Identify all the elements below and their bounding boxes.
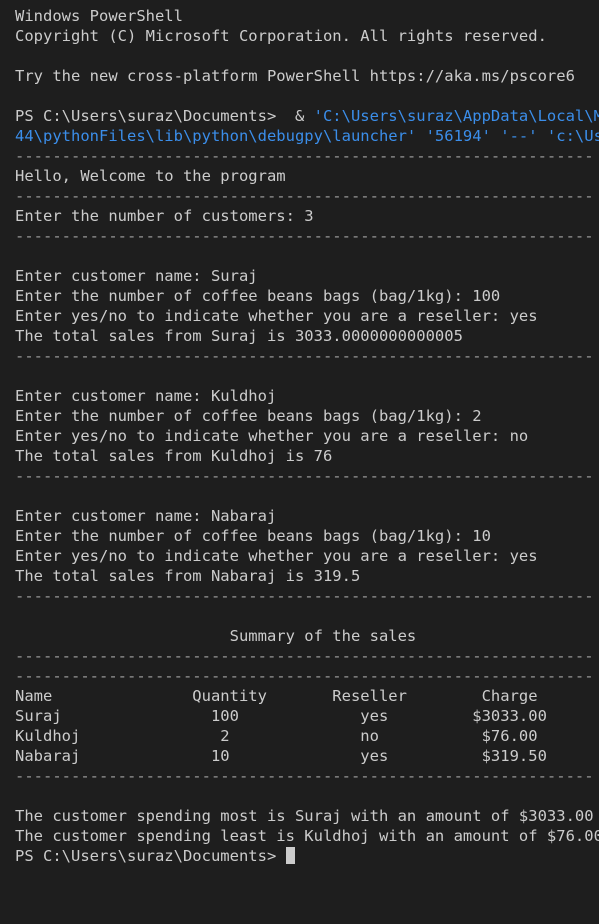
terminal-line: Copyright (C) Microsoft Corporation. All…	[15, 27, 547, 45]
terminal-line: Name Quantity Reseller Charge	[15, 687, 538, 705]
shell-prompt: PS C:\Users\suraz\Documents>	[15, 847, 286, 865]
terminal-line: The customer spending most is Suraj with…	[15, 807, 594, 825]
command-argument: 44\pythonFiles\lib\python\debugpy\launch…	[15, 127, 599, 145]
separator-line: ----------------------------------------…	[15, 767, 594, 785]
terminal-line: Enter the number of coffee beans bags (b…	[15, 407, 482, 425]
terminal-line: The customer spending least is Kuldhoj w…	[15, 827, 599, 845]
terminal-line: Enter customer name: Suraj	[15, 267, 258, 285]
separator-line: ----------------------------------------…	[15, 667, 594, 685]
terminal-line: The total sales from Suraj is 3033.00000…	[15, 327, 463, 345]
terminal-line: Enter yes/no to indicate whether you are…	[15, 427, 529, 445]
text-cursor[interactable]	[285, 847, 295, 864]
terminal-line: Enter yes/no to indicate whether you are…	[15, 547, 538, 565]
terminal-line: Windows PowerShell	[15, 7, 183, 25]
terminal-line: Hello, Welcome to the program	[15, 167, 286, 185]
terminal-line: Enter the number of coffee beans bags (b…	[15, 527, 491, 545]
separator-line: ----------------------------------------…	[15, 347, 594, 365]
terminal-line: The total sales from Nabaraj is 319.5	[15, 567, 361, 585]
terminal-line: Enter yes/no to indicate whether you are…	[15, 307, 538, 325]
terminal-line: Enter the number of customers: 3	[15, 207, 314, 225]
command-prompt: PS C:\Users\suraz\Documents> &	[15, 107, 314, 125]
separator-line: ----------------------------------------…	[15, 647, 594, 665]
terminal-line: Try the new cross-platform PowerShell ht…	[15, 67, 575, 85]
terminal-line: The total sales from Kuldhoj is 76	[15, 447, 333, 465]
command-line: 44\pythonFiles\lib\python\debugpy\launch…	[15, 126, 599, 146]
separator-line: ----------------------------------------…	[15, 227, 594, 245]
terminal-line: Kuldhoj 2 no $76.00	[15, 727, 538, 745]
terminal-line: Enter customer name: Kuldhoj	[15, 387, 277, 405]
terminal-line: Nabaraj 10 yes $319.50	[15, 747, 547, 765]
separator-line: ----------------------------------------…	[15, 147, 594, 165]
powershell-terminal[interactable]: Windows PowerShell Copyright (C) Microsof…	[0, 0, 599, 924]
terminal-line: Summary of the sales	[15, 627, 417, 645]
separator-line: ----------------------------------------…	[15, 187, 594, 205]
command-argument: 'C:\Users\suraz\AppData\Local\Mic	[313, 107, 599, 125]
terminal-line: Enter the number of coffee beans bags (b…	[15, 287, 501, 305]
command-line: PS C:\Users\suraz\Documents> & 'C:\Users…	[15, 106, 599, 126]
terminal-line: Enter customer name: Nabaraj	[15, 507, 277, 525]
separator-line: ----------------------------------------…	[15, 587, 594, 605]
terminal-line: Suraj 100 yes $3033.00	[15, 707, 547, 725]
separator-line: ----------------------------------------…	[15, 467, 594, 485]
prompt-line: PS C:\Users\suraz\Documents>	[15, 846, 599, 866]
